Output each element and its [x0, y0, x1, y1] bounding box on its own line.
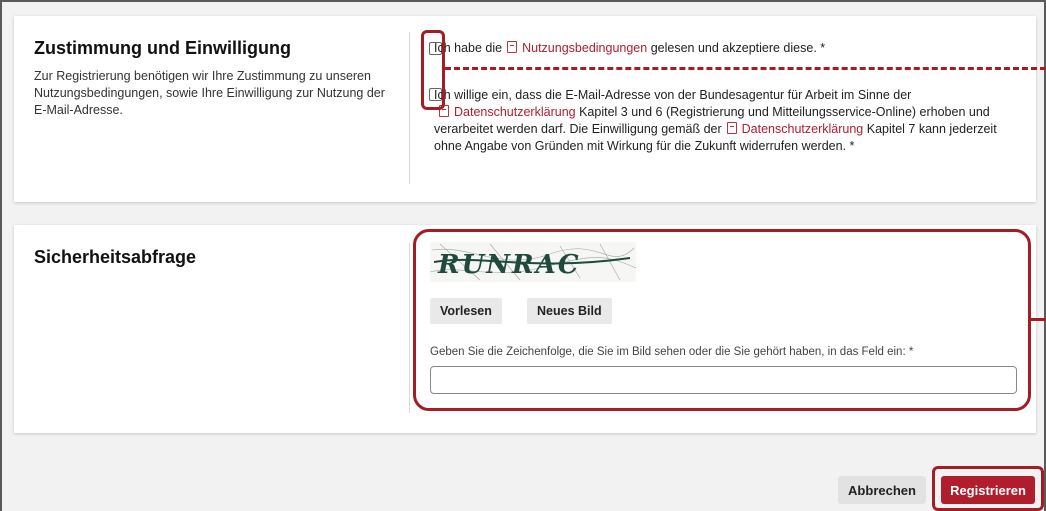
email-consent-text: Ich willige ein, dass die E-Mail-Adresse… — [434, 87, 1019, 155]
email-consent-part1: Ich willige ein, dass die E-Mail-Adresse… — [434, 88, 912, 102]
annotation-dashed-line — [445, 67, 1046, 70]
pdf-icon — [507, 41, 518, 53]
consent-description: Zur Registrierung benötigen wir Ihre Zus… — [34, 69, 385, 117]
window-frame-left — [0, 0, 2, 511]
security-title: Sicherheitsabfrage — [34, 247, 197, 267]
annotation-captcha-box — [413, 229, 1031, 411]
terms-link[interactable]: Nutzungsbedingungen — [522, 41, 647, 55]
annotation-checkboxes-box — [421, 30, 445, 110]
terms-consent-text: Ich habe die Nutzungsbedingungen gelesen … — [434, 40, 1024, 57]
privacy-link-2[interactable]: Datenschutzerklärung — [742, 122, 864, 136]
privacy-link-1[interactable]: Datenschutzerklärung — [454, 105, 576, 119]
pdf-icon — [726, 122, 737, 134]
security-divider — [409, 243, 410, 413]
terms-suffix: gelesen und akzeptiere diese. * — [650, 41, 826, 55]
window-frame-top — [0, 0, 1046, 2]
consent-divider — [409, 32, 410, 184]
cancel-button[interactable]: Abbrechen — [838, 476, 926, 504]
consent-title: Zustimmung und Einwilligung — [34, 38, 291, 58]
annotation-captcha-connector — [1031, 318, 1046, 321]
annotation-submit-box — [932, 466, 1044, 511]
